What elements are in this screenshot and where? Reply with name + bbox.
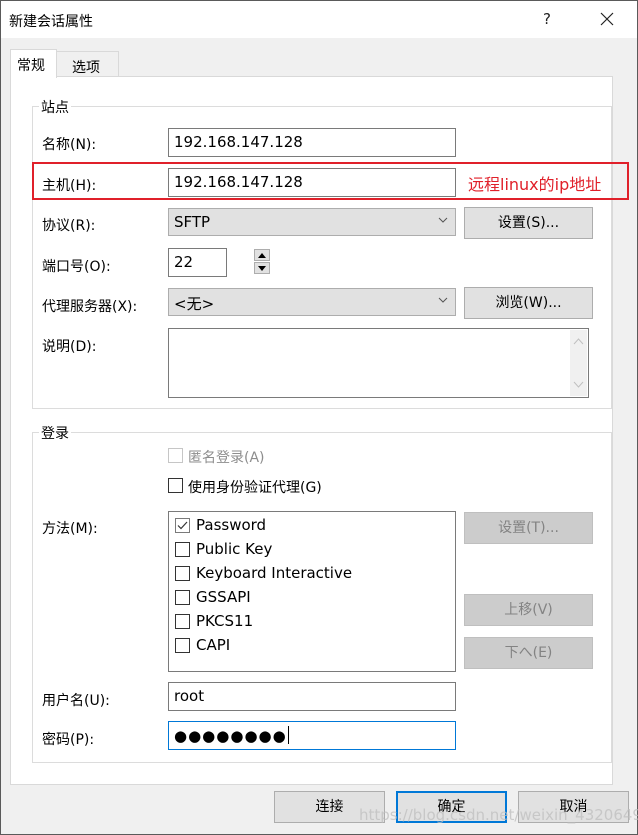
proxy-label: 代理服务器(X):	[42, 299, 138, 315]
protocol-label: 协议(R):	[42, 218, 96, 234]
port-increment-button[interactable]	[254, 249, 270, 261]
proxy-select-value: <无>	[174, 295, 215, 313]
session-properties-dialog: 新建会话属性 ? 常规 选项 站点 名称(N): 192.168.147.128…	[0, 0, 638, 835]
browse-proxy-button[interactable]: 浏览(W)...	[464, 287, 593, 319]
method-settings-button[interactable]: 设置(T)...	[464, 512, 593, 544]
port-input[interactable]: 22	[168, 248, 227, 277]
login-group-title: 登录	[39, 423, 71, 443]
method-label-keyboard-interactive: Keyboard Interactive	[196, 564, 353, 582]
move-up-button[interactable]: 上移(V)	[464, 594, 593, 626]
method-checkbox-gssapi[interactable]	[175, 590, 190, 605]
method-label: 方法(M):	[42, 521, 98, 537]
window-title: 新建会话属性	[9, 14, 93, 30]
protocol-select-value: SFTP	[174, 213, 211, 231]
tab-general[interactable]: 常规	[10, 49, 57, 78]
method-label-gssapi: GSSAPI	[196, 588, 251, 606]
port-decrement-button[interactable]	[254, 262, 270, 274]
scroll-up-icon[interactable]	[573, 337, 584, 345]
name-label: 名称(N):	[42, 137, 97, 153]
password-input[interactable]: ●●●●●●●●	[168, 721, 456, 750]
method-label-pkcs11: PKCS11	[196, 612, 254, 630]
arrow-up-icon	[258, 253, 266, 258]
arrow-down-icon	[258, 266, 266, 271]
port-label: 端口号(O):	[42, 259, 111, 275]
method-checkbox-public-key[interactable]	[175, 542, 190, 557]
annotation-text: 远程linux的ip地址	[468, 175, 602, 194]
text-caret	[287, 726, 289, 744]
username-label: 用户名(U):	[42, 693, 110, 709]
method-checkbox-keyboard-interactive[interactable]	[175, 566, 190, 581]
watermark: https://blog.csdn.net/weixin_43206491	[359, 806, 638, 824]
help-button[interactable]: ?	[543, 10, 551, 28]
password-label: 密码(P):	[42, 732, 95, 748]
method-label-public-key: Public Key	[196, 540, 273, 558]
title-bar: 新建会话属性 ?	[1, 1, 637, 38]
auth-agent-checkbox[interactable]	[168, 478, 183, 493]
method-label-capi: CAPI	[196, 636, 231, 654]
proxy-select[interactable]: <无>	[168, 288, 456, 316]
protocol-settings-button[interactable]: 设置(S)...	[464, 207, 593, 239]
username-input[interactable]: root	[168, 682, 456, 711]
method-label-password: Password	[196, 516, 267, 534]
method-checkbox-capi[interactable]	[175, 638, 190, 653]
tab-options[interactable]: 选项	[56, 51, 119, 77]
move-down-button[interactable]: 下へ(E)	[464, 637, 593, 669]
chevron-down-icon	[438, 297, 448, 303]
anonymous-login-checkbox[interactable]	[168, 448, 183, 463]
close-button[interactable]	[589, 5, 625, 33]
chevron-down-icon	[438, 217, 448, 223]
close-icon	[600, 12, 614, 26]
anonymous-login-label: 匿名登录(A)	[188, 450, 265, 466]
auth-agent-label: 使用身份验证代理(G)	[188, 480, 322, 496]
password-masked-value: ●●●●●●●●	[174, 727, 287, 745]
scroll-down-icon[interactable]	[573, 381, 584, 389]
description-scrollbar[interactable]	[570, 330, 587, 396]
auth-method-list: Password Public Key Keyboard Interactive…	[168, 511, 456, 672]
checkmark-icon	[177, 521, 188, 530]
name-input[interactable]: 192.168.147.128	[168, 128, 456, 157]
description-label: 说明(D):	[42, 339, 97, 355]
method-checkbox-pkcs11[interactable]	[175, 614, 190, 629]
site-group-title: 站点	[39, 97, 71, 117]
method-checkbox-password[interactable]	[175, 518, 190, 533]
protocol-select[interactable]: SFTP	[168, 208, 456, 236]
description-textarea[interactable]	[168, 328, 589, 398]
